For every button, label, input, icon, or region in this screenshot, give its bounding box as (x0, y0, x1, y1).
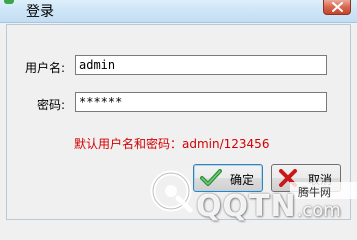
password-label: 密码: (37, 98, 66, 112)
username-input[interactable]: admin (75, 55, 327, 75)
title-bar: 登录 (0, 0, 357, 23)
qqtn-logo-icon (148, 168, 194, 218)
close-x-icon (332, 2, 343, 12)
watermark-logo-suffix: .com (296, 200, 341, 221)
default-credentials-hint: 默认用户名和密码：admin/123456 (74, 137, 270, 151)
close-button[interactable] (323, 0, 351, 15)
ok-button[interactable]: 确定 (193, 164, 263, 192)
window-decoration (4, 0, 14, 4)
ok-button-label: 确定 (230, 173, 255, 187)
watermark-logo-text: QQTN (196, 189, 297, 224)
window-title: 登录 (26, 4, 54, 20)
password-input[interactable]: ****** (75, 92, 327, 112)
watermark-logo: QQTN.com (196, 192, 341, 226)
username-label: 用户名: (25, 61, 66, 75)
check-icon (200, 169, 222, 190)
